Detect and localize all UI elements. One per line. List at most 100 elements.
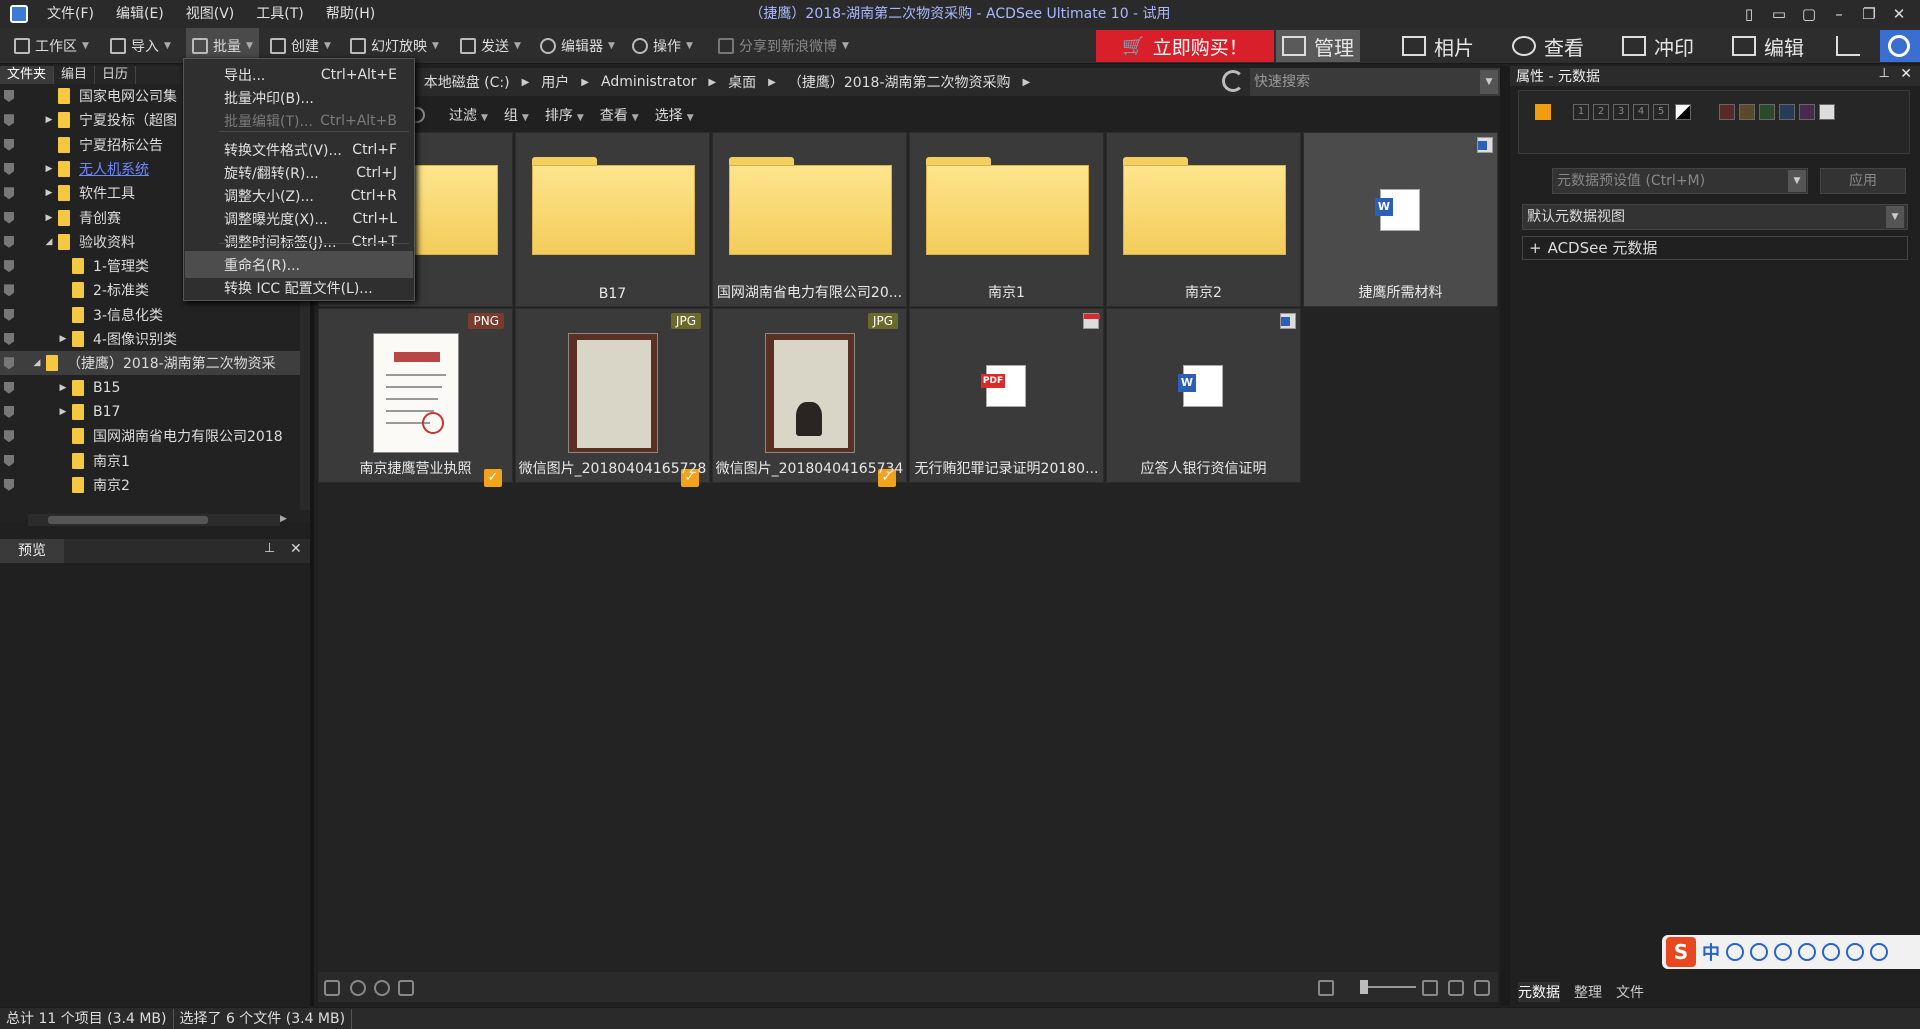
menu-item[interactable]: 文件(F) bbox=[36, 0, 105, 28]
mode-develop[interactable]: 冲印 bbox=[1616, 30, 1700, 62]
pin-icon[interactable] bbox=[4, 114, 14, 127]
editor-button[interactable]: 编辑器 ▼ bbox=[540, 28, 615, 64]
ime-mode[interactable]: 中 bbox=[1702, 939, 1720, 965]
filter-0[interactable]: 过滤 ▼ bbox=[449, 105, 488, 125]
file-thumbnail[interactable]: PNG ✓ 南京捷鹰营业执照 bbox=[318, 308, 513, 487]
refresh-icon[interactable] bbox=[1222, 70, 1244, 92]
tree-item[interactable]: ▶ B15 bbox=[0, 376, 310, 400]
color-label[interactable] bbox=[1739, 104, 1755, 120]
splitter[interactable] bbox=[1500, 66, 1510, 1006]
pin-icon[interactable]: ⊥ bbox=[264, 541, 275, 556]
file-thumbnail[interactable]: JPG ✓ 微信图片_20180404165728 bbox=[515, 308, 710, 487]
clear-label-icon[interactable] bbox=[1819, 104, 1835, 120]
online-button[interactable] bbox=[1880, 30, 1920, 62]
color-label-orange[interactable] bbox=[1535, 104, 1551, 120]
expand-arrow-icon[interactable]: ▶ bbox=[58, 407, 68, 417]
tree-item[interactable]: 国网湖南省电力有限公司2018 bbox=[0, 424, 310, 448]
list-view-icon[interactable] bbox=[1474, 980, 1490, 996]
tree-item[interactable]: 南京1 bbox=[0, 449, 310, 473]
pin-icon[interactable] bbox=[4, 430, 14, 443]
dashboard-button[interactable] bbox=[1830, 30, 1866, 62]
breadcrumb-item[interactable]: 用户 bbox=[541, 72, 569, 92]
filter-2[interactable]: 排序 ▼ bbox=[545, 105, 584, 125]
workspace-button[interactable]: 工作区 ▼ bbox=[14, 28, 89, 64]
zoom-slider[interactable] bbox=[1364, 986, 1416, 988]
zoom-slider-thumb[interactable] bbox=[1360, 980, 1368, 994]
layout-left-icon[interactable]: ▯ bbox=[1740, 5, 1758, 23]
pin-icon[interactable] bbox=[4, 478, 14, 491]
menu-item[interactable]: 视图(V) bbox=[175, 0, 246, 28]
file-thumbnail[interactable]: W 捷鹰所需材料 bbox=[1303, 132, 1498, 307]
layout-bottom-icon[interactable]: ▭ bbox=[1770, 5, 1788, 23]
menu-item[interactable]: 工具(T) bbox=[245, 0, 314, 28]
scroll-right-icon[interactable]: ▶ bbox=[280, 514, 292, 526]
rating-2[interactable]: 2 bbox=[1593, 104, 1609, 120]
rating-5[interactable]: 5 bbox=[1653, 104, 1669, 120]
expand-arrow-icon[interactable]: ▶ bbox=[58, 334, 68, 344]
chevron-down-icon[interactable]: ▼ bbox=[1480, 70, 1498, 94]
pin-icon[interactable] bbox=[4, 235, 14, 248]
punctuation-icon[interactable] bbox=[1726, 943, 1744, 961]
mode-view[interactable]: 查看 bbox=[1506, 30, 1590, 62]
pin-icon[interactable] bbox=[4, 162, 14, 175]
breadcrumb-item[interactable]: 本地磁盘 (C:) bbox=[424, 72, 510, 92]
chevron-right-icon[interactable]: ▶ bbox=[1023, 77, 1031, 88]
expand-arrow-icon[interactable]: ◢ bbox=[32, 358, 42, 368]
breadcrumb-item[interactable]: Administrator bbox=[601, 74, 696, 90]
share-weibo-button[interactable]: 分享到新浪微博 ▼ bbox=[718, 28, 849, 64]
close-button[interactable]: ✕ bbox=[1890, 5, 1908, 23]
chevron-right-icon[interactable]: ▶ bbox=[581, 77, 589, 88]
restore-button[interactable]: ❐ bbox=[1860, 5, 1878, 23]
rotate-left-icon[interactable] bbox=[350, 980, 366, 996]
actions-button[interactable]: 操作 ▼ bbox=[632, 28, 693, 64]
thumbnail-view-icon[interactable] bbox=[1448, 980, 1464, 996]
pin-icon[interactable]: ⊥ bbox=[1879, 66, 1890, 81]
tree-item[interactable]: ◢ （捷鹰）2018-湖南第二次物资采 bbox=[0, 351, 310, 376]
chevron-down-icon[interactable]: ▼ bbox=[1788, 170, 1806, 192]
emoji-icon[interactable] bbox=[1750, 943, 1768, 961]
expand-arrow-icon[interactable]: ▶ bbox=[44, 213, 54, 223]
menu-item[interactable]: 帮助(H) bbox=[315, 0, 386, 28]
rating-3[interactable]: 3 bbox=[1613, 104, 1629, 120]
mode-edit[interactable]: 编辑 bbox=[1726, 30, 1810, 62]
right-panel-tab[interactable]: 整理 bbox=[1574, 982, 1602, 1002]
image-icon[interactable] bbox=[324, 980, 340, 996]
filter-4[interactable]: 选择 ▼ bbox=[655, 105, 694, 125]
file-thumbnail[interactable]: JPG ✓ 微信图片_20180404165734 bbox=[712, 308, 907, 487]
tree-item[interactable]: ▶ B17 bbox=[0, 400, 310, 424]
skin-icon[interactable] bbox=[1846, 943, 1864, 961]
filter-3[interactable]: 查看 ▼ bbox=[600, 105, 639, 125]
folder-icon[interactable] bbox=[398, 980, 414, 996]
metadata-view-select[interactable]: 默认元数据视图 bbox=[1522, 204, 1908, 230]
pin-icon[interactable] bbox=[4, 381, 14, 394]
pin-icon[interactable] bbox=[4, 90, 14, 102]
file-thumbnail[interactable]: PDF 无行贿犯罪记录证明20180... bbox=[909, 308, 1104, 483]
wrench-icon[interactable] bbox=[1870, 943, 1888, 961]
color-label[interactable] bbox=[1759, 104, 1775, 120]
keyboard-icon[interactable] bbox=[1798, 943, 1816, 961]
zoom-out-icon[interactable] bbox=[1318, 980, 1334, 996]
chevron-right-icon[interactable]: ▶ bbox=[708, 77, 716, 88]
zoom-in-icon[interactable] bbox=[1422, 980, 1438, 996]
color-label[interactable] bbox=[1779, 104, 1795, 120]
rating-1[interactable]: 1 bbox=[1573, 104, 1589, 120]
clear-rating-icon[interactable] bbox=[1675, 104, 1691, 120]
expand-arrow-icon[interactable]: ◢ bbox=[44, 237, 54, 247]
tree-horizontal-scrollbar[interactable] bbox=[28, 514, 280, 526]
color-label[interactable] bbox=[1799, 104, 1815, 120]
tree-item[interactable]: 3-信息化类 bbox=[0, 303, 310, 327]
send-button[interactable]: 发送 ▼ bbox=[460, 28, 521, 64]
chevron-right-icon[interactable]: ▶ bbox=[522, 77, 530, 88]
right-panel-tab[interactable]: 文件 bbox=[1616, 982, 1644, 1002]
layout-full-icon[interactable]: ▢ bbox=[1800, 5, 1818, 23]
right-panel-tab[interactable]: 元数据 bbox=[1518, 982, 1560, 1002]
mode-photos[interactable]: 相片 bbox=[1396, 30, 1480, 62]
minimize-button[interactable]: – bbox=[1830, 5, 1848, 23]
pin-icon[interactable] bbox=[4, 357, 14, 370]
mode-manage[interactable]: 管理 bbox=[1276, 30, 1360, 62]
chevron-down-icon[interactable]: ▼ bbox=[1886, 206, 1904, 228]
buy-now-button[interactable]: 🛒 立即购买！ bbox=[1096, 30, 1274, 62]
acdsee-metadata-section[interactable]: + ACDSee 元数据 bbox=[1522, 236, 1908, 260]
apply-button[interactable]: 应用 bbox=[1820, 168, 1906, 194]
pin-icon[interactable] bbox=[4, 308, 14, 321]
